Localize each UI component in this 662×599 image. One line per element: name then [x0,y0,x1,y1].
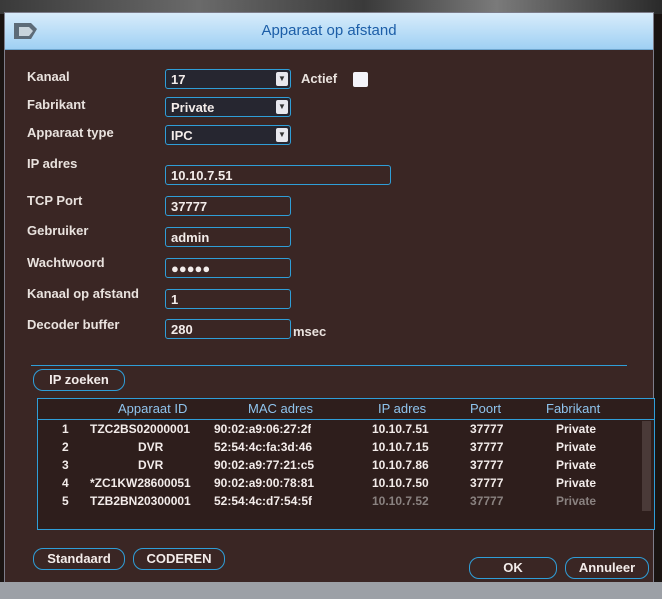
tcp-port-value: 37777 [171,199,208,214]
gebruiker-value: admin [171,230,210,245]
actief-checkbox[interactable] [353,72,368,87]
row-index: 3 [62,458,69,472]
row-ip: 10.10.7.51 [372,422,429,436]
row-apparaat-id: TZC2BS02000001 [90,422,191,436]
wachtwoord-label: Wachtwoord [27,255,105,270]
fabrikant-value: Private [171,100,215,115]
row-mac: 52:54:4c:d7:54:5f [214,494,313,508]
ip-zoeken-button[interactable]: IP zoeken [33,369,125,391]
table-row[interactable]: 3 DVR 90:02:a9:77:21:c5 10.10.7.86 37777… [38,458,654,475]
table-row[interactable]: 5 TZB2BN20300001 52:54:4c:d7:54:5f 10.10… [38,494,654,511]
gebruiker-label: Gebruiker [27,223,89,238]
decoder-buffer-input[interactable]: 280 [165,319,291,339]
table-header: Apparaat ID MAC adres IP adres Poort Fab… [38,399,654,420]
row-index: 4 [62,476,69,490]
row-index: 5 [62,494,69,508]
ip-adres-value: 10.10.7.51 [171,168,233,183]
row-mac: 90:02:a9:00:78:81 [214,476,315,490]
dropdown-arrow-icon[interactable]: ▼ [276,100,288,114]
kanaal-label: Kanaal [27,69,70,84]
row-apparaat-id: *ZC1KW28600051 [90,476,191,490]
table-row[interactable]: 2 DVR 52:54:4c:fa:3d:46 10.10.7.15 37777… [38,440,654,457]
column-header-ip: IP adres [378,401,427,416]
photo-border-bottom [0,582,662,599]
column-header-mac: MAC adres [248,401,314,416]
table-row[interactable]: 1 TZC2BS02000001 90:02:a9:06:27:2f 10.10… [38,422,654,439]
ip-adres-label: IP adres [27,156,78,171]
row-fabrikant: Private [556,458,597,472]
row-ip: 10.10.7.15 [372,440,429,454]
ip-adres-input[interactable]: 10.10.7.51 [165,165,391,185]
ok-button[interactable]: OK [469,557,557,579]
row-poort: 37777 [470,476,504,490]
table-scrollbar[interactable] [642,421,651,511]
annuleer-button[interactable]: Annuleer [565,557,649,579]
row-apparaat-id: DVR [138,440,164,454]
kanaal-op-afstand-value: 1 [171,292,179,307]
gebruiker-input[interactable]: admin [165,227,291,247]
apparaat-type-label: Apparaat type [27,125,114,140]
standaard-button[interactable]: Standaard [33,548,125,570]
decoder-buffer-value: 280 [171,322,193,337]
row-ip: 10.10.7.86 [372,458,429,472]
tcp-port-input[interactable]: 37777 [165,196,291,216]
row-apparaat-id: DVR [138,458,164,472]
row-fabrikant: Private [556,422,597,436]
dropdown-arrow-icon[interactable]: ▼ [276,128,288,142]
kanaal-op-afstand-input[interactable]: 1 [165,289,291,309]
apparaat-type-value: IPC [171,128,193,143]
actief-label: Actief [301,71,338,86]
row-index: 2 [62,440,69,454]
column-header-poort: Poort [470,401,502,416]
decoder-unit-label: msec [293,324,327,339]
dropdown-arrow-icon[interactable]: ▼ [276,72,288,86]
kanaal-op-afstand-label: Kanaal op afstand [27,286,139,301]
dialog-title: Apparaat op afstand [261,22,397,39]
row-poort: 37777 [470,494,504,508]
row-ip: 10.10.7.52 [372,494,429,508]
row-mac: 52:54:4c:fa:3d:46 [214,440,313,454]
remote-device-dialog: Apparaat op afstand Kanaal 17 ▼ Actief F… [4,12,655,586]
table-row[interactable]: 4 *ZC1KW28600051 90:02:a9:00:78:81 10.10… [38,476,654,493]
row-index: 1 [62,422,69,436]
row-apparaat-id: TZB2BN20300001 [90,494,191,508]
row-mac: 90:02:a9:77:21:c5 [214,458,315,472]
device-search-table: Apparaat ID MAC adres IP adres Poort Fab… [37,398,655,530]
row-fabrikant: Private [556,440,597,454]
kanaal-select[interactable]: 17 ▼ [165,69,291,89]
row-fabrikant: Private [556,476,597,490]
tcp-port-label: TCP Port [27,193,83,208]
kanaal-value: 17 [171,72,186,87]
fabrikant-select[interactable]: Private ▼ [165,97,291,117]
row-ip: 10.10.7.50 [372,476,429,490]
coderen-button[interactable]: CODEREN [133,548,225,570]
section-divider [31,365,627,366]
column-header-fabrikant: Fabrikant [546,401,601,416]
wachtwoord-input[interactable]: ●●●●● [165,258,291,278]
row-poort: 37777 [470,458,504,472]
fabrikant-label: Fabrikant [27,97,86,112]
decoder-buffer-label: Decoder buffer [27,317,120,332]
title-bar: Apparaat op afstand [5,13,653,50]
row-poort: 37777 [470,440,504,454]
row-mac: 90:02:a9:06:27:2f [214,422,312,436]
wachtwoord-value: ●●●●● [171,261,211,276]
row-poort: 37777 [470,422,504,436]
apparaat-type-select[interactable]: IPC ▼ [165,125,291,145]
column-header-apparaat-id: Apparaat ID [118,401,188,416]
row-fabrikant: Private [556,494,597,508]
